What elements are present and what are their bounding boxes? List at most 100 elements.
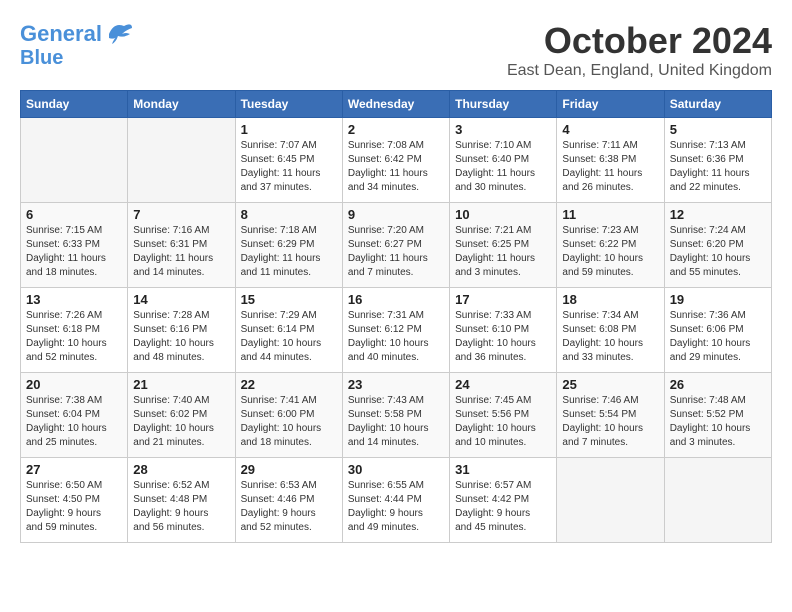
day-info: Sunrise: 7:21 AM Sunset: 6:25 PM Dayligh…: [455, 224, 551, 280]
day-number: 15: [241, 292, 337, 307]
day-number: 27: [26, 462, 122, 477]
day-number: 6: [26, 207, 122, 222]
day-info: Sunrise: 6:53 AM Sunset: 4:46 PM Dayligh…: [241, 479, 337, 535]
day-info: Sunrise: 7:43 AM Sunset: 5:58 PM Dayligh…: [348, 394, 444, 450]
calendar-cell: 12Sunrise: 7:24 AM Sunset: 6:20 PM Dayli…: [664, 203, 771, 288]
day-info: Sunrise: 6:52 AM Sunset: 4:48 PM Dayligh…: [133, 479, 229, 535]
day-number: 2: [348, 122, 444, 137]
header-wednesday: Wednesday: [342, 91, 449, 118]
day-number: 10: [455, 207, 551, 222]
calendar-cell: 1Sunrise: 7:07 AM Sunset: 6:45 PM Daylig…: [235, 118, 342, 203]
calendar-cell: 21 Sunrise: 7:40 AM Sunset: 6:02 PM Dayli…: [128, 373, 235, 458]
day-info: Sunrise: 6:50 AM Sunset: 4:50 PM Dayligh…: [26, 479, 122, 535]
calendar-cell: 4 Sunrise: 7:11 AM Sunset: 6:38 PM Daylig…: [557, 118, 664, 203]
calendar-cell: 15 Sunrise: 7:29 AM Sunset: 6:14 PM Dayli…: [235, 288, 342, 373]
calendar-cell: 26Sunrise: 7:48 AM Sunset: 5:52 PM Dayli…: [664, 373, 771, 458]
day-info: Sunrise: 7:38 AM Sunset: 6:04 PM Dayligh…: [26, 394, 122, 450]
day-number: 9: [348, 207, 444, 222]
day-info: Sunrise: 6:57 AM Sunset: 4:42 PM Dayligh…: [455, 479, 551, 535]
header-friday: Friday: [557, 91, 664, 118]
calendar-cell: 16 Sunrise: 7:31 AM Sunset: 6:12 PM Dayli…: [342, 288, 449, 373]
header: General Blue October 2024 East Dean, Eng…: [20, 20, 772, 80]
day-info: Sunrise: 7:16 AM Sunset: 6:31 PM Dayligh…: [133, 224, 229, 280]
day-number: 25: [562, 377, 658, 392]
day-number: 11: [562, 207, 658, 222]
calendar-cell: 19Sunrise: 7:36 AM Sunset: 6:06 PM Dayli…: [664, 288, 771, 373]
calendar-table: SundayMondayTuesdayWednesdayThursdayFrid…: [20, 90, 772, 543]
logo-text: General: [20, 23, 102, 45]
day-info: Sunrise: 7:46 AM Sunset: 5:54 PM Dayligh…: [562, 394, 658, 450]
calendar-cell: 7 Sunrise: 7:16 AM Sunset: 6:31 PM Daylig…: [128, 203, 235, 288]
day-info: Sunrise: 7:26 AM Sunset: 6:18 PM Dayligh…: [26, 309, 122, 365]
day-number: 3: [455, 122, 551, 137]
day-number: 19: [670, 292, 766, 307]
day-info: Sunrise: 7:41 AM Sunset: 6:00 PM Dayligh…: [241, 394, 337, 450]
day-info: Sunrise: 7:10 AM Sunset: 6:40 PM Dayligh…: [455, 139, 551, 195]
calendar-cell: 28 Sunrise: 6:52 AM Sunset: 4:48 PM Dayli…: [128, 458, 235, 543]
day-number: 13: [26, 292, 122, 307]
day-number: 4: [562, 122, 658, 137]
calendar-cell: 23Sunrise: 7:43 AM Sunset: 5:58 PM Dayli…: [342, 373, 449, 458]
day-info: Sunrise: 7:24 AM Sunset: 6:20 PM Dayligh…: [670, 224, 766, 280]
day-number: 18: [562, 292, 658, 307]
day-info: Sunrise: 7:20 AM Sunset: 6:27 PM Dayligh…: [348, 224, 444, 280]
title-area: October 2024 East Dean, England, United …: [507, 20, 772, 80]
day-number: 20: [26, 377, 122, 392]
day-info: Sunrise: 6:55 AM Sunset: 4:44 PM Dayligh…: [348, 479, 444, 535]
header-tuesday: Tuesday: [235, 91, 342, 118]
header-saturday: Saturday: [664, 91, 771, 118]
calendar-cell: 14Sunrise: 7:28 AM Sunset: 6:16 PM Dayli…: [128, 288, 235, 373]
calendar-cell: [557, 458, 664, 543]
calendar-cell: 22Sunrise: 7:41 AM Sunset: 6:00 PM Dayli…: [235, 373, 342, 458]
day-number: 14: [133, 292, 229, 307]
calendar-cell: 10 Sunrise: 7:21 AM Sunset: 6:25 PM Dayli…: [450, 203, 557, 288]
day-info: Sunrise: 7:40 AM Sunset: 6:02 PM Dayligh…: [133, 394, 229, 450]
week-row-1: 1Sunrise: 7:07 AM Sunset: 6:45 PM Daylig…: [21, 118, 772, 203]
day-number: 24: [455, 377, 551, 392]
day-info: Sunrise: 7:23 AM Sunset: 6:22 PM Dayligh…: [562, 224, 658, 280]
calendar-cell: 5 Sunrise: 7:13 AM Sunset: 6:36 PM Daylig…: [664, 118, 771, 203]
location: East Dean, England, United Kingdom: [507, 62, 772, 80]
day-info: Sunrise: 7:45 AM Sunset: 5:56 PM Dayligh…: [455, 394, 551, 450]
header-sunday: Sunday: [21, 91, 128, 118]
week-row-5: 27 Sunrise: 6:50 AM Sunset: 4:50 PM Dayli…: [21, 458, 772, 543]
calendar-cell: 17Sunrise: 7:33 AM Sunset: 6:10 PM Dayli…: [450, 288, 557, 373]
header-monday: Monday: [128, 91, 235, 118]
calendar-cell: 9 Sunrise: 7:20 AM Sunset: 6:27 PM Daylig…: [342, 203, 449, 288]
header-thursday: Thursday: [450, 91, 557, 118]
calendar-cell: [664, 458, 771, 543]
calendar-cell: [21, 118, 128, 203]
day-number: 8: [241, 207, 337, 222]
day-number: 5: [670, 122, 766, 137]
day-info: Sunrise: 7:11 AM Sunset: 6:38 PM Dayligh…: [562, 139, 658, 195]
week-row-4: 20 Sunrise: 7:38 AM Sunset: 6:04 PM Dayli…: [21, 373, 772, 458]
day-number: 28: [133, 462, 229, 477]
calendar-cell: 29Sunrise: 6:53 AM Sunset: 4:46 PM Dayli…: [235, 458, 342, 543]
calendar-cell: 24 Sunrise: 7:45 AM Sunset: 5:56 PM Dayli…: [450, 373, 557, 458]
week-row-3: 13 Sunrise: 7:26 AM Sunset: 6:18 PM Dayli…: [21, 288, 772, 373]
logo-general: General: [20, 21, 102, 46]
day-info: Sunrise: 7:13 AM Sunset: 6:36 PM Dayligh…: [670, 139, 766, 195]
day-number: 30: [348, 462, 444, 477]
calendar-cell: 25 Sunrise: 7:46 AM Sunset: 5:54 PM Dayli…: [557, 373, 664, 458]
day-info: Sunrise: 7:18 AM Sunset: 6:29 PM Dayligh…: [241, 224, 337, 280]
logo: General Blue: [20, 20, 134, 68]
calendar-cell: 18 Sunrise: 7:34 AM Sunset: 6:08 PM Dayli…: [557, 288, 664, 373]
logo-blue: Blue: [20, 48, 134, 68]
calendar-cell: 31 Sunrise: 6:57 AM Sunset: 4:42 PM Dayli…: [450, 458, 557, 543]
day-number: 31: [455, 462, 551, 477]
calendar-cell: 6Sunrise: 7:15 AM Sunset: 6:33 PM Daylig…: [21, 203, 128, 288]
day-info: Sunrise: 7:07 AM Sunset: 6:45 PM Dayligh…: [241, 139, 337, 195]
calendar-cell: 2Sunrise: 7:08 AM Sunset: 6:42 PM Daylig…: [342, 118, 449, 203]
calendar-cell: [128, 118, 235, 203]
calendar-cell: 27 Sunrise: 6:50 AM Sunset: 4:50 PM Dayli…: [21, 458, 128, 543]
day-info: Sunrise: 7:48 AM Sunset: 5:52 PM Dayligh…: [670, 394, 766, 450]
calendar-cell: 8 Sunrise: 7:18 AM Sunset: 6:29 PM Daylig…: [235, 203, 342, 288]
day-info: Sunrise: 7:34 AM Sunset: 6:08 PM Dayligh…: [562, 309, 658, 365]
day-number: 7: [133, 207, 229, 222]
day-info: Sunrise: 7:31 AM Sunset: 6:12 PM Dayligh…: [348, 309, 444, 365]
day-info: Sunrise: 7:29 AM Sunset: 6:14 PM Dayligh…: [241, 309, 337, 365]
day-number: 16: [348, 292, 444, 307]
calendar-cell: 11 Sunrise: 7:23 AM Sunset: 6:22 PM Dayli…: [557, 203, 664, 288]
day-number: 21: [133, 377, 229, 392]
